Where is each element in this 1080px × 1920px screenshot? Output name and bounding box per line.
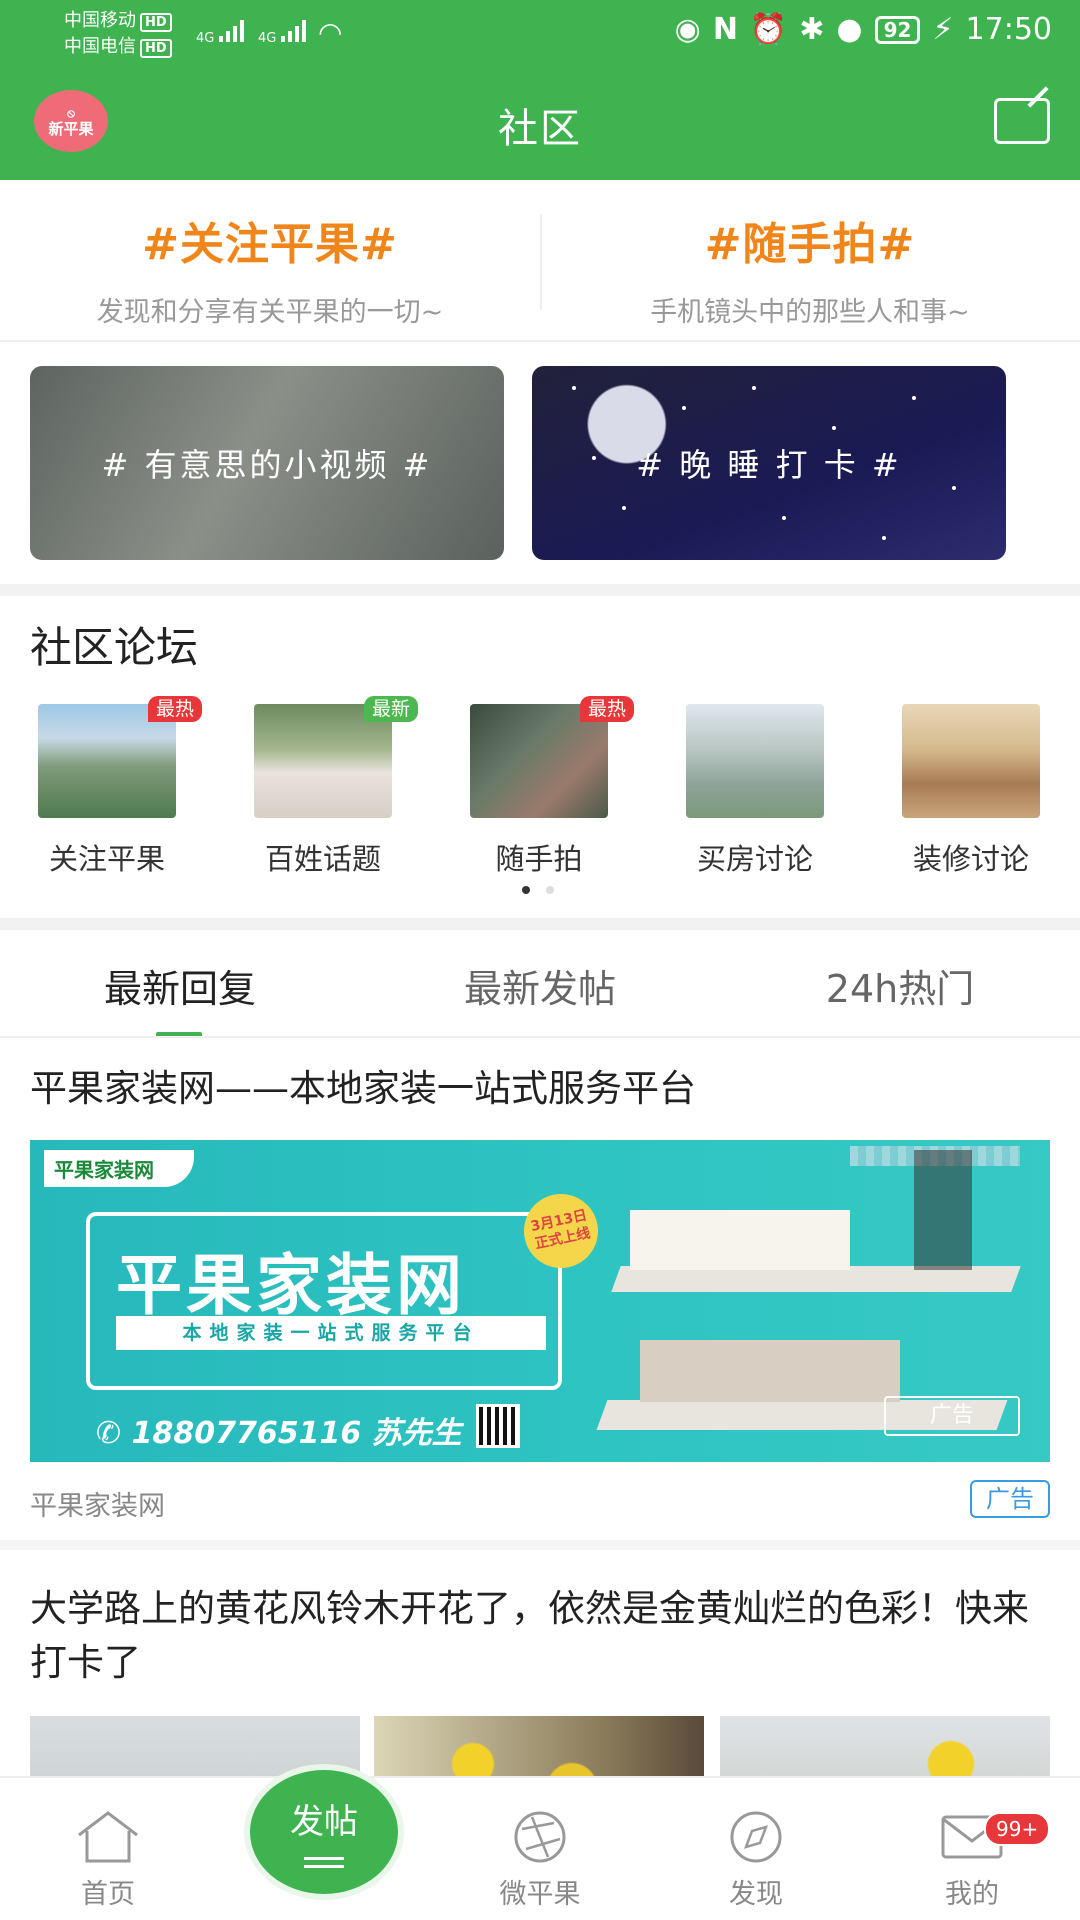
forum-item-label: 随手拍 xyxy=(495,842,583,876)
forum-thumbnail xyxy=(686,704,824,818)
forum-thumbnail xyxy=(902,704,1040,818)
forum-item-decoration[interactable]: 装修讨论 xyxy=(896,704,1046,878)
forum-item-label: 装修讨论 xyxy=(912,842,1029,876)
nav-weipingguo[interactable]: 微平果 xyxy=(470,1808,610,1911)
hot-tag: 最热 xyxy=(579,696,634,722)
battery-indicator: 92 xyxy=(874,16,921,44)
hot-tag: 最热 xyxy=(147,696,202,722)
compose-icon[interactable] xyxy=(994,98,1050,144)
aperture-icon xyxy=(470,1808,610,1866)
banner-label: # 晚 睡 打 卡 # xyxy=(636,446,902,484)
page-dot-active xyxy=(522,886,530,894)
nav-label: 微平果 xyxy=(499,1879,581,1910)
post-title[interactable]: 平果家装网——本地家装一站式服务平台 xyxy=(30,1062,1050,1116)
post-button-label: 发帖 xyxy=(290,1802,358,1842)
forum-thumbnail: 最新 xyxy=(254,696,418,818)
banner-late-night-checkin[interactable]: # 晚 睡 打 卡 # xyxy=(532,366,1006,560)
forum-item-snapshot[interactable]: 最热 随手拍 xyxy=(464,696,634,878)
sofa-illustration xyxy=(640,1340,900,1402)
forum-thumbnail: 最热 xyxy=(38,696,202,818)
nav-label: 发现 xyxy=(729,1879,783,1910)
page-dot xyxy=(546,886,554,894)
page-indicator xyxy=(522,886,554,894)
tab-latest-posts[interactable]: 最新发帖 xyxy=(360,958,720,1013)
location-icon: ● xyxy=(836,12,863,47)
banner-funny-videos[interactable]: # 有意思的小视频 # xyxy=(30,366,504,560)
nav-label: 我的 xyxy=(945,1879,999,1910)
nav-label: 首页 xyxy=(81,1879,135,1910)
unread-badge: 99+ xyxy=(984,1812,1051,1846)
ad-banner[interactable]: 平果家装网 平果家装网 本地家装一站式服务平台 3月13日 正式上线 ✆ 188… xyxy=(30,1140,1050,1462)
topic-follow-pingguo[interactable]: #关注平果# 发现和分享有关平果的一切~ xyxy=(0,208,540,329)
ad-logo: 平果家装网 xyxy=(44,1150,194,1187)
divider xyxy=(0,1036,1080,1038)
hd-badge-2: HD xyxy=(140,39,172,58)
forum-item-label: 百姓话题 xyxy=(264,842,381,876)
network-type-2: 4G xyxy=(258,31,277,46)
compass-icon xyxy=(686,1808,826,1866)
forum-section-title: 社区论坛 xyxy=(30,623,199,672)
post-title[interactable]: 大学路上的黄花风铃木开花了，依然是金黄灿烂的色彩！快来打卡了 xyxy=(30,1582,1050,1690)
section-separator xyxy=(0,918,1080,930)
shelf-illustration xyxy=(914,1150,972,1270)
top-bar: 中国移动 HD 中国电信 HD 4G 4G ◠ ◉ N ⏰ ✱ ● 92 ⚡ 17:… xyxy=(0,0,1080,180)
ad-brand-name: 平果家装网 xyxy=(116,1247,466,1324)
post-button[interactable]: 发帖 xyxy=(244,1764,404,1900)
forum-item-public-topics[interactable]: 最新 百姓话题 xyxy=(248,696,418,878)
carrier-2: 中国电信 xyxy=(64,36,136,57)
topic-subtitle: 手机镜头中的那些人和事~ xyxy=(650,297,970,328)
post-source: 平果家装网 xyxy=(30,1491,165,1522)
bottom-nav: 首页 微平果 发现 我的 xyxy=(0,1776,1080,1920)
topic-title: #关注平果# xyxy=(142,219,398,270)
alarm-icon: ⏰ xyxy=(749,12,788,47)
forum-item-follow-pingguo[interactable]: 最热 关注平果 xyxy=(32,696,202,878)
tab-latest-replies[interactable]: 最新回复 xyxy=(0,958,360,1013)
signal-2: 4G xyxy=(258,18,306,46)
charging-icon: ⚡ xyxy=(932,12,954,47)
banner-label: # 有意思的小视频 # xyxy=(101,446,433,484)
signal-1: 4G xyxy=(196,18,244,46)
new-tag: 最新 xyxy=(363,696,418,722)
forum-item-label: 买房讨论 xyxy=(696,842,813,876)
ad-phone: ✆ 18807765116 苏先生 xyxy=(96,1408,462,1452)
topic-title: #随手拍# xyxy=(704,219,916,270)
topic-subtitle: 发现和分享有关平果的一切~ xyxy=(96,297,444,328)
hd-badge: HD xyxy=(140,13,172,32)
eye-icon: ◉ xyxy=(674,12,701,47)
divider xyxy=(0,340,1080,342)
wifi-icon: ◠ xyxy=(318,16,343,49)
forum-thumbnail: 最热 xyxy=(470,696,634,818)
carrier-1: 中国移动 xyxy=(64,10,136,31)
topic-snapshot[interactable]: #随手拍# 手机镜头中的那些人和事~ xyxy=(540,208,1080,329)
qr-code xyxy=(476,1404,520,1448)
phone-icon: ✆ xyxy=(96,1416,132,1451)
network-type-1: 4G xyxy=(196,31,215,46)
ad-phone-text: 18807765116 苏先生 xyxy=(131,1416,462,1451)
ad-tag: 广告 xyxy=(970,1480,1050,1518)
nav-discover[interactable]: 发现 xyxy=(686,1808,826,1911)
page-title: 社区 xyxy=(498,106,582,152)
carrier-info: 中国移动 HD 中国电信 HD xyxy=(64,8,172,60)
clock: 17:50 xyxy=(965,12,1052,47)
forum-item-label: 关注平果 xyxy=(48,842,165,876)
ad-slogan: 本地家装一站式服务平台 xyxy=(116,1316,546,1350)
menu-icon xyxy=(304,1857,344,1860)
forum-item-house-buying[interactable]: 买房讨论 xyxy=(680,704,830,878)
home-icon xyxy=(38,1808,178,1866)
nfc-icon: N xyxy=(712,12,738,47)
section-separator xyxy=(0,1540,1080,1550)
nav-home[interactable]: 首页 xyxy=(38,1808,178,1911)
section-separator xyxy=(0,584,1080,596)
status-icons: ◉ N ⏰ ✱ ● 92 ⚡ 17:50 xyxy=(675,12,1052,48)
bed-illustration xyxy=(630,1210,850,1270)
bluetooth-icon: ✱ xyxy=(799,12,825,47)
ad-watermark: 广告 xyxy=(884,1396,1020,1436)
tab-24h-hot[interactable]: 24h热门 xyxy=(720,958,1080,1013)
